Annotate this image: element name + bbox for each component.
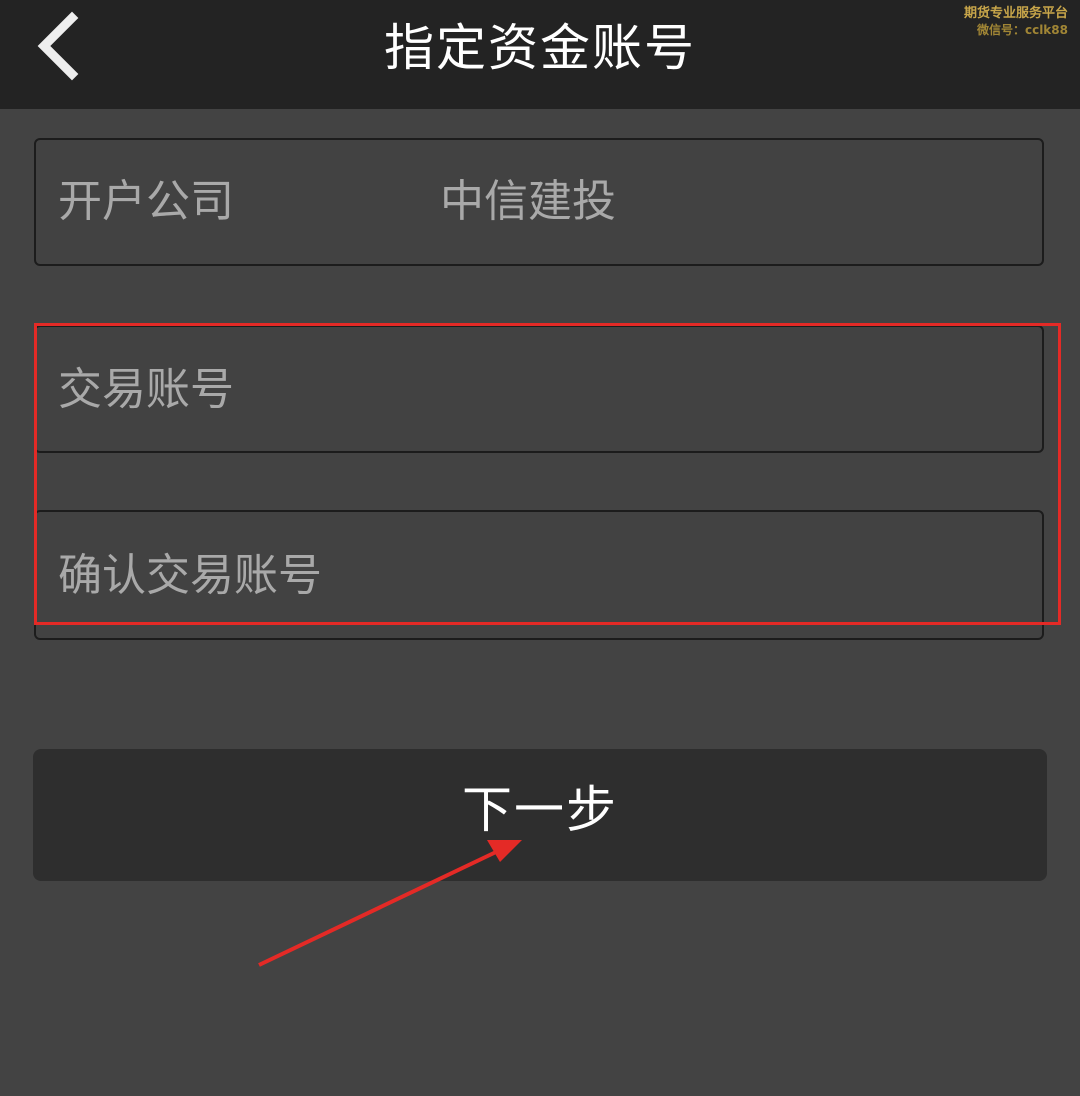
next-step-label: 下一步 xyxy=(462,781,618,839)
watermark-line2: 微信号：cclk88 xyxy=(976,23,1068,37)
company-field: 开户公司 中信建投 xyxy=(34,138,1044,266)
next-step-button[interactable]: 下一步 xyxy=(33,749,1047,881)
confirm-account-field[interactable] xyxy=(34,510,1044,640)
watermark: 期货专业服务平台 微信号：cclk88 xyxy=(964,6,1068,38)
account-input[interactable] xyxy=(36,327,1042,451)
top-nav-bar: 指定资金账号 期货专业服务平台 微信号：cclk88 xyxy=(0,0,1080,109)
watermark-line1: 期货专业服务平台 xyxy=(963,6,1068,21)
company-label: 开户公司 xyxy=(58,176,234,227)
company-value: 中信建投 xyxy=(440,176,616,227)
account-field[interactable] xyxy=(34,325,1044,453)
page-title: 指定资金账号 xyxy=(384,19,696,77)
confirm-account-input[interactable] xyxy=(36,512,1042,638)
